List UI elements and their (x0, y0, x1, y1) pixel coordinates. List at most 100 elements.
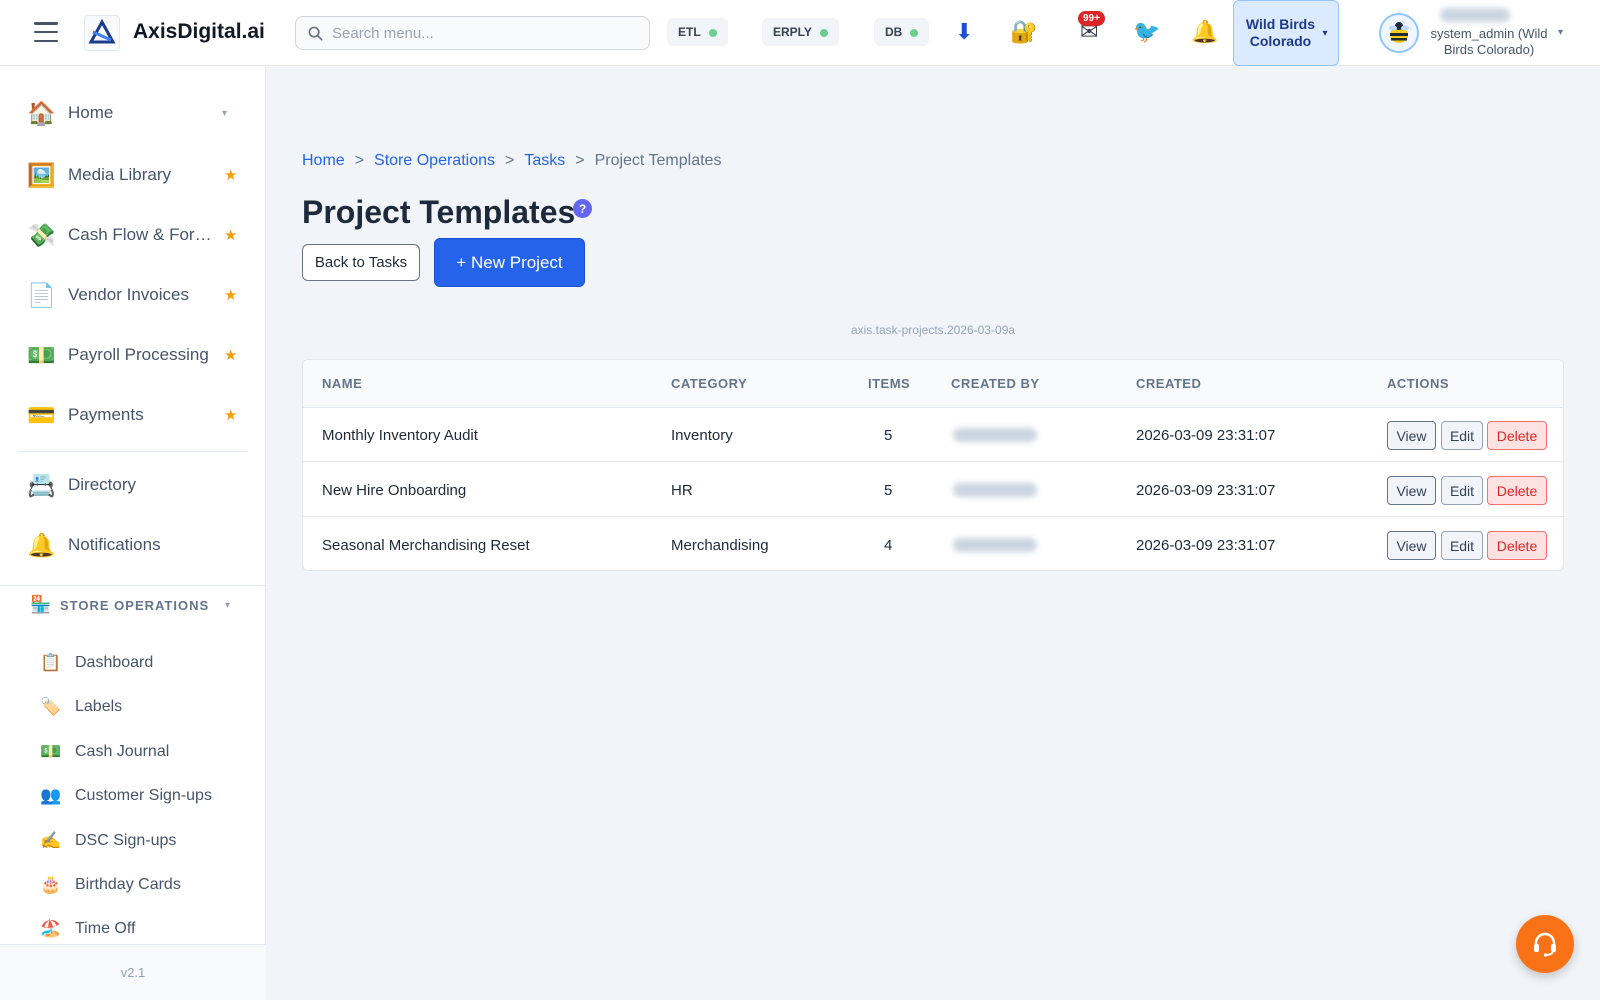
delete-button[interactable]: Delete (1487, 531, 1547, 560)
lock-icon[interactable]: 🔐 (1010, 17, 1037, 47)
support-headset-button[interactable] (1516, 915, 1574, 973)
cell-items: 4 (884, 537, 893, 554)
new-project-button[interactable]: + New Project (434, 238, 585, 287)
view-button[interactable]: View (1387, 531, 1436, 560)
avatar[interactable] (1379, 13, 1419, 53)
etl-status-label: ETL (678, 25, 701, 39)
app-logo[interactable] (84, 15, 120, 51)
chevron-down-icon: ▾ (1322, 27, 1328, 39)
breadcrumb-tasks[interactable]: Tasks (524, 152, 565, 170)
sidebar-item-payroll-processing[interactable]: 💵 Payroll Processing ★ (0, 333, 266, 377)
dollar-bill-icon: 💵 (40, 742, 62, 761)
table-row: New Hire Onboarding HR 5 2026-03-09 23:3… (303, 463, 1563, 517)
store-name: Wild Birds Colorado (1245, 16, 1316, 49)
menu-hamburger-icon[interactable] (34, 22, 58, 42)
download-icon[interactable]: ⬇ (955, 17, 973, 47)
user-name-redacted (1440, 8, 1510, 22)
sidebar-item-dashboard[interactable]: 📋 Dashboard (0, 648, 266, 678)
table-header: NAME CATEGORY ITEMS CREATED BY CREATED A… (303, 360, 1563, 408)
view-button[interactable]: View (1387, 476, 1436, 505)
sidebar-item-label: Directory (68, 475, 137, 494)
favorite-star-icon[interactable]: ★ (224, 346, 237, 364)
bell-icon[interactable]: 🔔 (1191, 17, 1218, 47)
sidebar-item-cash-journal[interactable]: 💵 Cash Journal (0, 737, 266, 767)
status-dot-icon (708, 29, 717, 37)
cell-category: Merchandising (671, 537, 769, 554)
search-box[interactable] (295, 16, 650, 50)
chevron-down-icon[interactable]: ▾ (1558, 27, 1563, 38)
edit-button[interactable]: Edit (1441, 531, 1483, 560)
edit-button[interactable]: Edit (1441, 476, 1483, 505)
view-button[interactable]: View (1387, 421, 1436, 450)
birthday-cake-icon: 🎂 (40, 875, 62, 894)
sidebar-item-notifications[interactable]: 🔔 Notifications (0, 523, 266, 567)
axis-logo-icon (88, 18, 116, 44)
sidebar-item-label: Vendor Invoices (68, 285, 189, 304)
headset-icon (1534, 932, 1556, 957)
help-icon[interactable]: ? (573, 199, 592, 218)
back-to-tasks-button[interactable]: Back to Tasks (302, 244, 420, 281)
card-index-icon: 📇 (27, 471, 56, 498)
dollar-bill-icon: 💵 (27, 341, 56, 368)
section-store-operations[interactable]: 🏪 STORE OPERATIONS ▾ (30, 593, 250, 617)
erply-status-chip[interactable]: ERPLY (762, 18, 839, 46)
bird-icon[interactable]: 🐦 (1133, 17, 1160, 47)
etl-status-chip[interactable]: ETL (667, 18, 728, 46)
top-bar: AxisDigital.ai ETL ERPLY DB ⬇ 🔐 ✉ 99+ 🐦 … (0, 0, 1600, 66)
breadcrumb-current: Project Templates (594, 152, 722, 169)
db-status-chip[interactable]: DB (874, 18, 930, 46)
sidebar-item-directory[interactable]: 📇 Directory (0, 463, 266, 507)
search-icon (308, 26, 323, 41)
chevron-down-icon: ▾ (225, 599, 231, 611)
store-selector[interactable]: Wild Birds Colorado ▾ (1233, 0, 1339, 66)
favorite-star-icon[interactable]: ★ (224, 226, 237, 244)
clipboard-icon: 📋 (40, 653, 62, 672)
sidebar-item-customer-sign-ups[interactable]: 👥 Customer Sign-ups (0, 781, 266, 811)
sidebar-item-label: Time Off (75, 920, 136, 937)
delete-button[interactable]: Delete (1487, 476, 1547, 505)
sidebar-item-label: Customer Sign-ups (75, 787, 212, 804)
sidebar-item-payments[interactable]: 💳 Payments ★ (0, 393, 266, 437)
sidebar-item-cash-flow[interactable]: 💸 Cash Flow & For… ★ (0, 213, 266, 257)
sidebar-item-birthday-cards[interactable]: 🎂 Birthday Cards (0, 870, 266, 900)
favorite-star-icon[interactable]: ★ (224, 286, 237, 304)
column-header-created: CREATED (1136, 376, 1202, 391)
sidebar-item-home[interactable]: 🏠 Home ▾ (0, 91, 266, 135)
label-icon: 🏷️ (40, 697, 62, 716)
bee-avatar-icon (1389, 22, 1409, 43)
sidebar-divider (18, 451, 248, 452)
column-header-name: NAME (322, 376, 363, 391)
mail-count-badge: 99+ (1078, 11, 1105, 26)
column-header-actions: ACTIONS (1387, 376, 1449, 391)
cell-name: Seasonal Merchandising Reset (322, 537, 530, 554)
cell-items: 5 (884, 427, 893, 444)
table-row: Seasonal Merchandising Reset Merchandisi… (303, 518, 1563, 570)
column-header-category: CATEGORY (671, 376, 748, 391)
status-dot-icon (819, 29, 828, 37)
edit-button[interactable]: Edit (1441, 421, 1483, 450)
search-input[interactable] (332, 24, 632, 42)
breadcrumb-separator: > (504, 152, 515, 169)
delete-button[interactable]: Delete (1487, 421, 1547, 450)
chevron-down-icon[interactable]: ▾ (222, 108, 227, 119)
sidebar-item-time-off[interactable]: 🏖️ Time Off (0, 914, 266, 944)
writing-hand-icon: ✍️ (40, 831, 62, 850)
favorite-star-icon[interactable]: ★ (224, 166, 237, 184)
sidebar-item-dsc-sign-ups[interactable]: ✍️ DSC Sign-ups (0, 826, 266, 856)
sidebar-item-media-library[interactable]: 🖼️ Media Library ★ (0, 153, 266, 197)
breadcrumb-home[interactable]: Home (302, 152, 345, 170)
sidebar-divider (0, 585, 266, 586)
cell-created-by-redacted (953, 428, 1037, 442)
column-header-created-by: CREATED BY (951, 376, 1040, 391)
sidebar-item-vendor-invoices[interactable]: 📄 Vendor Invoices ★ (0, 273, 266, 317)
breadcrumb-store-operations[interactable]: Store Operations (374, 152, 495, 170)
status-dot-icon (910, 29, 919, 37)
cell-created: 2026-03-09 23:31:07 (1136, 427, 1276, 444)
app-name[interactable]: AxisDigital.ai (133, 20, 265, 44)
user-role[interactable]: system_admin (Wild Birds Colorado) (1425, 26, 1553, 58)
store-icon: 🏪 (30, 595, 52, 614)
sidebar-item-labels[interactable]: 🏷️ Labels (0, 692, 266, 722)
db-status-label: DB (885, 25, 903, 39)
favorite-star-icon[interactable]: ★ (224, 406, 237, 424)
erply-status-label: ERPLY (773, 25, 812, 39)
